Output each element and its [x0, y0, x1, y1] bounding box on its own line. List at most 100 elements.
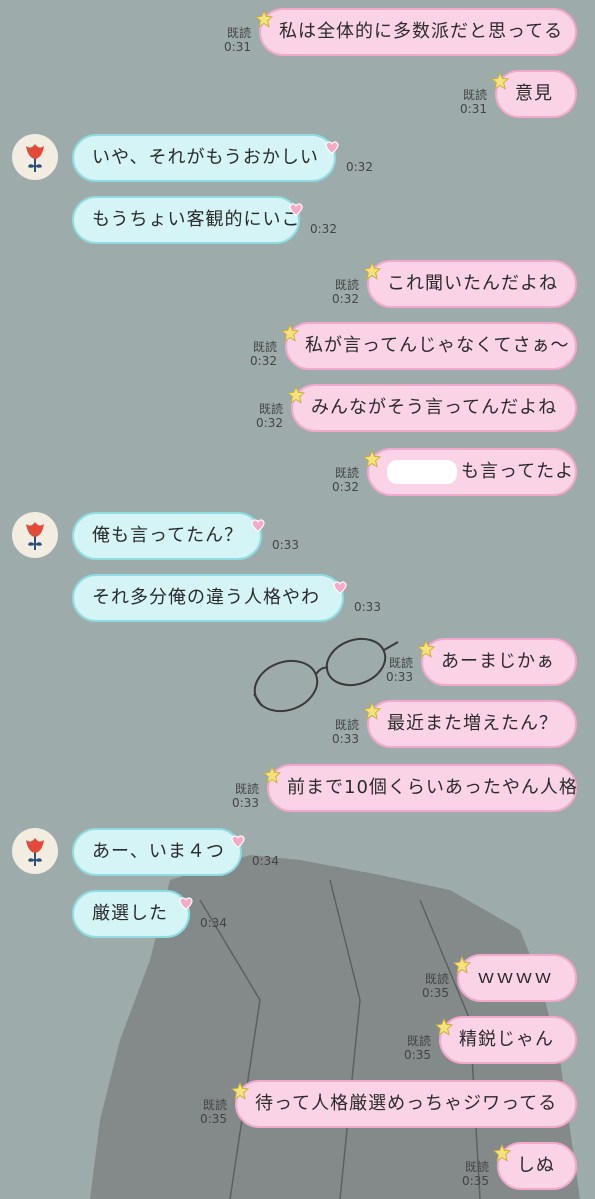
message-text: 意見 [515, 83, 553, 104]
timestamp: 0:32 [256, 416, 283, 430]
sent-message-bubble[interactable]: ｗｗｗｗ [452, 954, 577, 1002]
sent-message-bubble[interactable]: これ聞いたんだよね [362, 260, 577, 308]
message-meta: 既読 0:32 [250, 340, 277, 368]
message-text: みんながそう言ってんだよね [311, 397, 558, 418]
heart-sticker-icon [250, 506, 266, 533]
message-text: も言ってたよ [461, 461, 575, 482]
heart-sticker-icon [288, 190, 304, 217]
message-row: 0:32 いや、それがもうおかしい [0, 134, 595, 182]
flower-avatar-icon[interactable] [12, 828, 58, 874]
timestamp: 0:35 [422, 986, 449, 1000]
received-message-bubble[interactable]: いや、それがもうおかしい [72, 134, 339, 182]
message-meta: 既読 0:32 [256, 402, 283, 430]
timestamp: 0:33 [332, 732, 359, 746]
heart-sticker-icon [230, 822, 246, 849]
message-meta: 既読 0:33 [232, 782, 259, 810]
sent-message-bubble[interactable]: あーまじかぁ [416, 638, 577, 686]
message-text: あー、いま４つ [92, 841, 225, 862]
message-meta: 既読 0:35 [200, 1098, 227, 1126]
message-row: 既読 0:35 精鋭じゃん [0, 1016, 595, 1064]
timestamp: 0:33 [272, 538, 299, 552]
star-sticker-icon [362, 693, 382, 720]
heart-sticker-icon [324, 128, 340, 155]
message-meta: 既読 0:32 [332, 278, 359, 306]
received-message-bubble[interactable]: それ多分俺の違う人格やわ [72, 574, 347, 622]
timestamp: 0:35 [404, 1048, 431, 1062]
received-message-bubble[interactable]: 厳選した [72, 890, 193, 938]
star-sticker-icon [262, 757, 282, 784]
message-row: 既読 0:35 ｗｗｗｗ [0, 954, 595, 1002]
sent-message-bubble[interactable]: 私は全体的に多数派だと思ってる [254, 8, 577, 56]
message-text: 厳選した [92, 903, 168, 924]
read-receipt: 既読 [388, 656, 413, 670]
message-row: 既読 0:32 これ聞いたんだよね [0, 260, 595, 308]
message-row: 0:33 それ多分俺の違う人格やわ [0, 574, 595, 622]
message-text: 私が言ってんじゃなくてさぁ〜 [305, 335, 570, 356]
sent-message-bubble[interactable]: 意見 [490, 70, 577, 118]
message-meta: 既読 0:35 [422, 972, 449, 1000]
timestamp: 0:31 [460, 102, 487, 116]
sent-message-bubble[interactable]: しぬ [492, 1142, 577, 1190]
message-row: 既読 0:32 も言ってたよ [0, 448, 595, 496]
message-row: 既読 0:33 最近また増えたん？ [0, 700, 595, 748]
timestamp: 0:33 [386, 670, 413, 684]
message-row: 既読 0:33 前まで10個くらいあったやん人格 [0, 764, 595, 812]
read-receipt: 既読 [464, 1160, 489, 1174]
chat-thread: 既読 0:31 私は全体的に多数派だと思ってる 既読 0:31 意見 0:32 いや、それがも… [0, 0, 595, 1199]
message-row: 既読 0:35 待って人格厳選めっちゃジワってる [0, 1080, 595, 1128]
message-text: 前まで10個くらいあったやん人格 [287, 777, 578, 798]
message-meta: 既読 0:35 [404, 1034, 431, 1062]
read-receipt: 既読 [258, 402, 283, 416]
message-text: 待って人格厳選めっちゃジワってる [255, 1093, 558, 1114]
sent-message-bubble[interactable]: 待って人格厳選めっちゃジワってる [230, 1080, 577, 1128]
timestamp: 0:33 [232, 796, 259, 810]
sent-message-bubble[interactable]: 最近また増えたん？ [362, 700, 577, 748]
message-row: 0:34 あー、いま４つ [0, 828, 595, 876]
timestamp: 0:32 [346, 160, 373, 174]
read-receipt: 既読 [252, 340, 277, 354]
message-text: 精鋭じゃん [459, 1029, 554, 1050]
timestamp: 0:31 [224, 40, 251, 54]
received-message-bubble[interactable]: もうちょい客観的にいこ [72, 196, 303, 244]
received-message-bubble[interactable]: あー、いま４つ [72, 828, 245, 876]
flower-avatar-icon[interactable] [12, 134, 58, 180]
timestamp: 0:35 [200, 1112, 227, 1126]
message-text: 俺も言ってたん？ [92, 525, 244, 546]
star-sticker-icon [362, 441, 382, 468]
sent-message-bubble[interactable]: も言ってたよ [362, 448, 577, 496]
message-meta: 既読 0:33 [386, 656, 413, 684]
message-text: しぬ [517, 1155, 555, 1176]
message-text: もうちょい客観的にいこ [92, 209, 301, 230]
timestamp: 0:32 [310, 222, 337, 236]
read-receipt: 既読 [226, 26, 251, 40]
message-text: それ多分俺の違う人格やわ [92, 587, 320, 608]
message-text: これ聞いたんだよね [387, 273, 558, 294]
message-row: 0:33 俺も言ってたん？ [0, 512, 595, 560]
star-sticker-icon [286, 377, 306, 404]
read-receipt: 既読 [334, 466, 359, 480]
heart-sticker-icon [332, 568, 348, 595]
message-row: 0:34 厳選した [0, 890, 595, 938]
sent-message-bubble[interactable]: 前まで10個くらいあったやん人格 [262, 764, 578, 812]
read-receipt: 既読 [334, 278, 359, 292]
read-receipt: 既読 [334, 718, 359, 732]
read-receipt: 既読 [424, 972, 449, 986]
message-row: 既読 0:31 意見 [0, 70, 595, 118]
timestamp: 0:34 [252, 854, 279, 868]
message-text: 私は全体的に多数派だと思ってる [279, 21, 564, 42]
message-meta: 既読 0:31 [460, 88, 487, 116]
sent-message-bubble[interactable]: みんながそう言ってんだよね [286, 384, 577, 432]
message-text: ｗｗｗｗ [477, 967, 553, 988]
timestamp: 0:33 [354, 600, 381, 614]
star-sticker-icon [254, 1, 274, 28]
message-text: いや、それがもうおかしい [92, 147, 319, 168]
received-message-bubble[interactable]: 俺も言ってたん？ [72, 512, 265, 560]
star-sticker-icon [492, 1135, 512, 1162]
read-receipt: 既読 [202, 1098, 227, 1112]
flower-avatar-icon[interactable] [12, 512, 58, 558]
timestamp: 0:34 [200, 916, 227, 930]
message-meta: 既読 0:35 [462, 1160, 489, 1188]
sent-message-bubble[interactable]: 私が言ってんじゃなくてさぁ〜 [280, 322, 577, 370]
sent-message-bubble[interactable]: 精鋭じゃん [434, 1016, 577, 1064]
message-row: 既読 0:35 しぬ [0, 1142, 595, 1190]
